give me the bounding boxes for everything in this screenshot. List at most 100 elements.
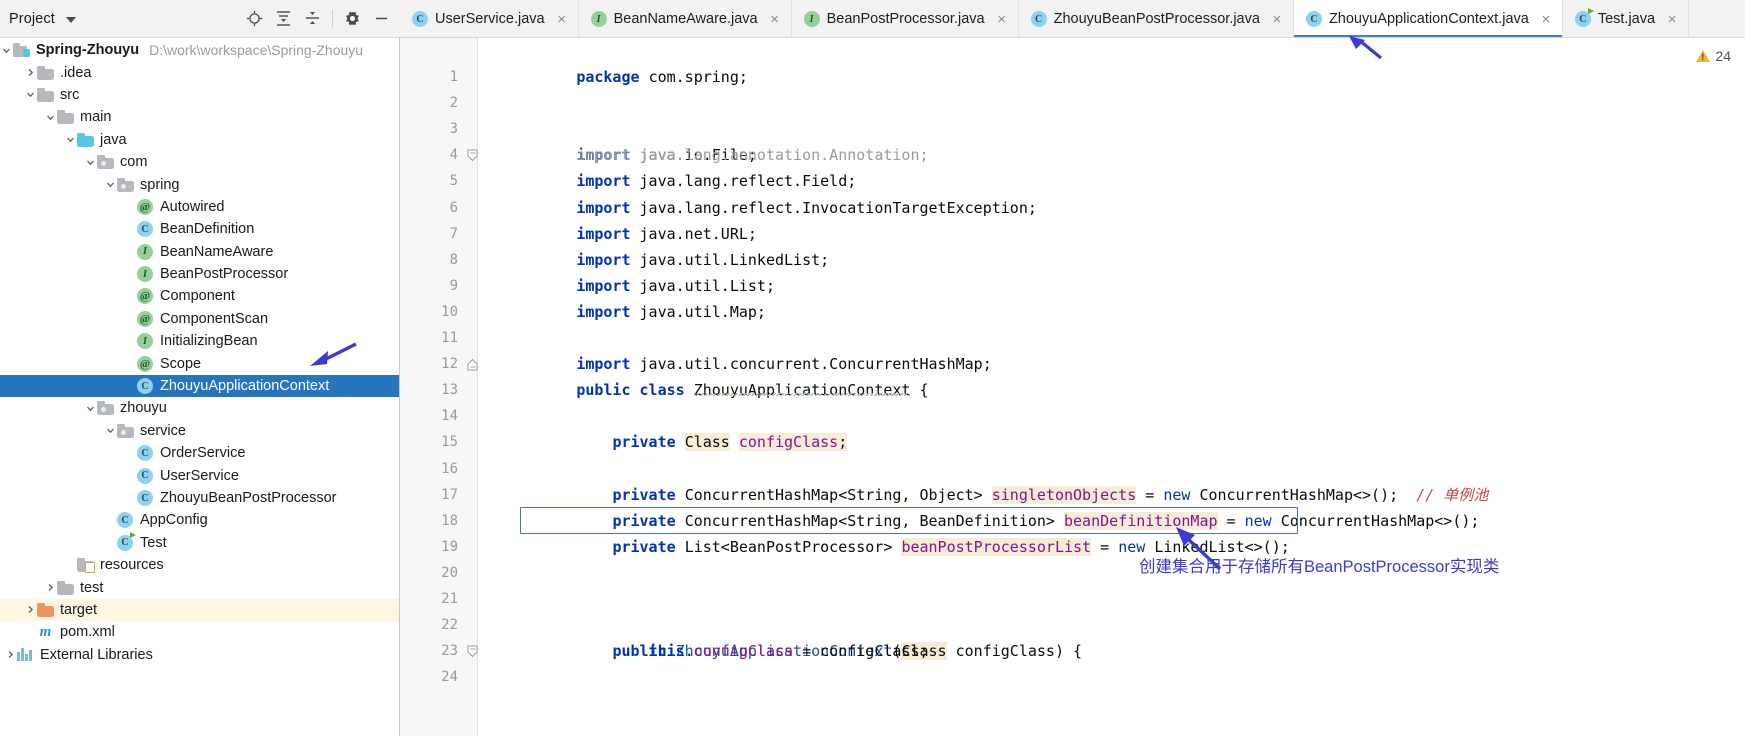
code-line[interactable]: 16 — [400, 430, 1745, 477]
chevron-down-icon[interactable] — [64, 135, 77, 144]
minimize-icon[interactable] — [367, 4, 396, 34]
tree-item[interactable]: @ Scope — [0, 352, 399, 374]
code-line[interactable]: 23 this.configClass = configClass; — [400, 612, 1745, 660]
tree-root-row[interactable]: Spring-Zhouyu D:\work\workspace\Spring-Z… — [0, 39, 399, 61]
tree-item[interactable]: I BeanNameAware — [0, 241, 399, 263]
tree-item[interactable]: src — [0, 84, 399, 106]
code-line[interactable]: 22 public ZhouyuApplicationContext(Class… — [400, 586, 1745, 661]
code-line[interactable]: 11 import java.util.concurrent.Concurren… — [400, 299, 1745, 373]
code-line[interactable]: 8 import java.util.LinkedList; — [400, 221, 1745, 269]
code-line[interactable]: 7 import java.net.URL; — [400, 195, 1745, 243]
tree-item[interactable]: target — [0, 598, 399, 622]
project-panel-title[interactable]: Project — [9, 11, 55, 27]
editor-tab[interactable]: C ZhouyuApplicationContext.java × — [1293, 0, 1563, 37]
tree-item[interactable]: C UserService — [0, 464, 399, 486]
tree-item[interactable]: com — [0, 151, 399, 173]
code-line[interactable]: 18 private ConcurrentHashMap<String, Bea… — [400, 482, 1745, 530]
tree-item[interactable]: C Test — [0, 531, 399, 554]
fold-marker-icon[interactable] — [467, 593, 478, 658]
fold-marker-icon[interactable] — [467, 97, 478, 162]
code-line[interactable]: 12 — [400, 325, 1745, 372]
code-line[interactable]: 21 — [400, 560, 1745, 607]
editor-tab[interactable]: I BeanPostProcessor.java × — [792, 0, 1019, 37]
tree-item[interactable]: I InitializingBean — [0, 330, 399, 352]
chevron-right-icon[interactable] — [44, 583, 57, 592]
editor-code-area[interactable]: 1 package com.spring; 2 3 import java.io.… — [400, 38, 1745, 736]
code-line[interactable]: 2 — [400, 64, 1745, 111]
chevron-right-icon[interactable] — [24, 68, 37, 77]
editor-tab[interactable]: C UserService.java × — [400, 0, 579, 37]
tree-item[interactable]: C ZhouyuApplicationContext — [0, 374, 399, 398]
close-icon[interactable]: × — [1270, 12, 1284, 27]
tree-item[interactable]: C BeanDefinition — [0, 218, 399, 240]
tree-item[interactable]: test — [0, 576, 399, 598]
chevron-right-icon[interactable] — [4, 650, 17, 659]
tree-item[interactable]: External Libraries — [0, 644, 399, 666]
gear-icon[interactable] — [338, 4, 367, 34]
chevron-right-icon[interactable] — [24, 605, 37, 614]
tree-item-label: resources — [100, 557, 164, 574]
code-line[interactable]: 20 — [400, 534, 1745, 581]
java-interface-icon: I — [137, 243, 153, 260]
tree-item-label: com — [120, 154, 148, 171]
tree-item[interactable]: main — [0, 106, 399, 128]
tree-item-label: Component — [160, 288, 235, 305]
close-icon[interactable]: × — [1665, 12, 1679, 27]
chevron-down-icon[interactable] — [104, 426, 117, 435]
close-icon[interactable]: × — [555, 12, 569, 27]
tree-item[interactable]: I BeanPostProcessor — [0, 263, 399, 285]
chevron-down-icon[interactable] — [65, 16, 76, 23]
fold-marker-icon[interactable] — [467, 306, 478, 371]
editor-tab-label: BeanNameAware.java — [613, 11, 758, 27]
project-tree[interactable]: Spring-Zhouyu D:\work\workspace\Spring-Z… — [0, 38, 400, 736]
editor-tab-label: UserService.java — [435, 11, 545, 27]
code-line[interactable]: 13 public class ZhouyuApplicationContext … — [400, 351, 1745, 399]
code-line[interactable]: 10 import java.util.Map; — [400, 273, 1745, 321]
tree-item[interactable]: resources — [0, 554, 399, 576]
collapse-all-icon[interactable] — [298, 4, 327, 34]
code-line[interactable]: 5 import java.lang.reflect.Field; — [400, 142, 1745, 190]
code-line[interactable]: 19 private List<BeanPostProcessor> beanP… — [400, 508, 1745, 556]
chevron-down-icon[interactable] — [44, 113, 57, 122]
expand-all-icon[interactable] — [269, 4, 298, 34]
chevron-down-icon[interactable] — [84, 158, 97, 167]
tree-item[interactable]: .idea — [0, 61, 399, 83]
tree-item[interactable]: C ZhouyuBeanPostProcessor — [0, 487, 399, 509]
locate-icon[interactable] — [240, 4, 269, 34]
code-line[interactable]: 17 private ConcurrentHashMap<String, Obj… — [400, 456, 1745, 504]
code-line[interactable]: 14 — [400, 377, 1745, 424]
tree-item[interactable]: C OrderService — [0, 442, 399, 464]
editor-tab[interactable]: C Test.java × — [1563, 0, 1690, 37]
tree-item[interactable]: @ Autowired — [0, 196, 399, 218]
code-line[interactable]: 4 import java.lang.annotation.Annotation; — [400, 116, 1745, 164]
tree-item[interactable]: service — [0, 420, 399, 442]
chevron-down-icon[interactable] — [104, 180, 117, 189]
code-line[interactable]: 1 package com.spring; — [400, 38, 1745, 86]
close-icon[interactable]: × — [995, 12, 1009, 27]
tree-item[interactable]: m pom.xml — [0, 621, 399, 643]
chevron-down-icon[interactable] — [24, 90, 37, 99]
close-icon[interactable]: × — [768, 12, 782, 27]
code-line[interactable]: 15 private Class configClass; — [400, 403, 1745, 452]
editor-tab[interactable]: C ZhouyuBeanPostProcessor.java × — [1019, 0, 1294, 37]
code-line[interactable]: 9 import java.util.List; — [400, 247, 1745, 295]
code-line[interactable]: 24 — [400, 638, 1745, 685]
tree-item[interactable]: zhouyu — [0, 397, 399, 419]
tree-item[interactable]: java — [0, 129, 399, 151]
package-icon — [97, 401, 114, 416]
tree-item[interactable]: @ Component — [0, 285, 399, 307]
top-bar: Project C UserService.java × I BeanNameA… — [0, 0, 1745, 38]
code-editor[interactable]: 1 package com.spring; 2 3 import java.io.… — [400, 38, 1745, 736]
tree-item[interactable]: @ ComponentScan — [0, 308, 399, 330]
tree-item[interactable]: spring — [0, 173, 399, 195]
code-line[interactable]: 3 import java.io.File; — [400, 90, 1745, 164]
tree-item[interactable]: C AppConfig — [0, 509, 399, 531]
status-badge[interactable]: 24 — [1696, 48, 1731, 64]
code-line[interactable]: 6 import java.lang.reflect.InvocationTarg… — [400, 169, 1745, 217]
editor-tab-strip: C UserService.java × I BeanNameAware.java × I B… — [400, 0, 1745, 38]
close-icon[interactable]: × — [1539, 12, 1553, 27]
tree-item-label: Scope — [160, 355, 202, 372]
chevron-down-icon[interactable] — [0, 46, 13, 55]
editor-tab[interactable]: I BeanNameAware.java × — [579, 0, 792, 37]
chevron-down-icon[interactable] — [84, 404, 97, 413]
